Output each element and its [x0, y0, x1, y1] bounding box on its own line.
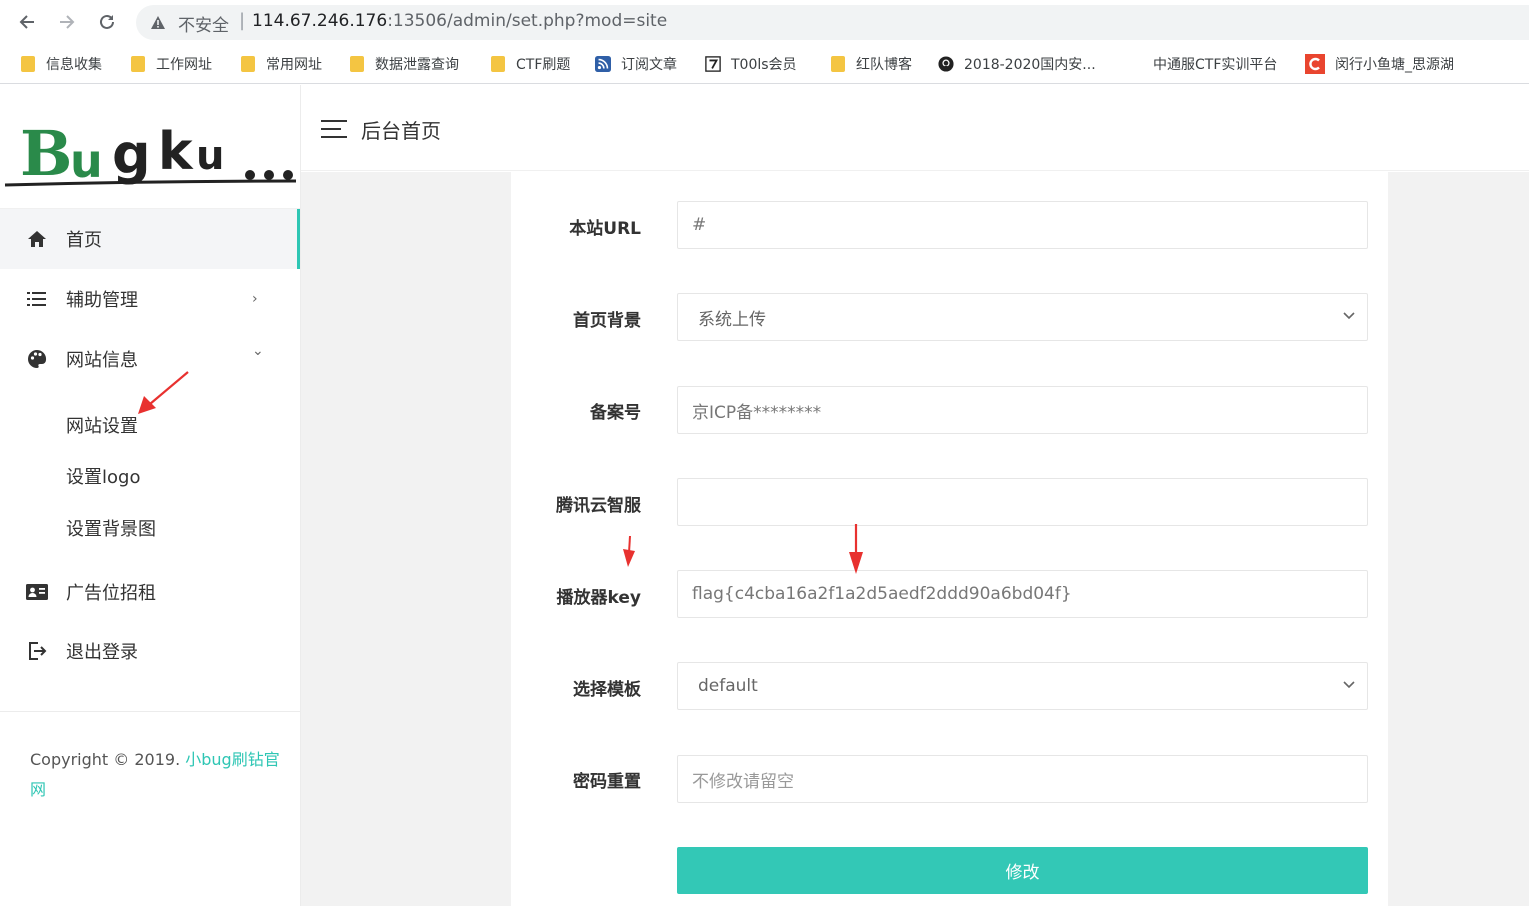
back-arrow-icon — [19, 15, 34, 29]
logo-image: B u g k u — [4, 117, 297, 190]
field-label: 选择模板 — [573, 680, 641, 700]
bookmark-item[interactable]: 红队博客 — [830, 53, 912, 75]
field-label: 首页背景 — [573, 311, 641, 331]
homepage-background-select[interactable]: 系统上传 — [677, 293, 1368, 341]
select-value: default — [698, 676, 758, 696]
chevron-right-icon: › — [252, 291, 258, 307]
field-label: 密码重置 — [573, 772, 641, 792]
submit-button[interactable]: 修改 — [677, 847, 1368, 894]
sidebar-item-label: 辅助管理 — [66, 290, 138, 311]
list-icon — [26, 289, 48, 309]
field-label: 腾讯云智服 — [556, 496, 641, 516]
t00ls-icon — [705, 56, 721, 72]
svg-text:g: g — [112, 123, 151, 186]
reload-icon — [100, 14, 114, 29]
github-icon — [938, 56, 954, 72]
c-logo-icon — [1305, 54, 1325, 74]
bookmark-item[interactable]: 数据泄露查询 — [349, 53, 459, 75]
svg-text:u: u — [196, 133, 224, 179]
main-content: 本站URL # 首页背景 系统上传 备案号 京ICP备******** 腾讯云智… — [301, 172, 1529, 906]
logout-icon — [26, 641, 48, 661]
sidebar-item-label: 首页 — [66, 230, 102, 251]
bookmark-item[interactable]: 信息收集 — [20, 53, 102, 75]
copyright-text: Copyright © 2019. 小bug刷钻官网 — [30, 750, 280, 799]
bookmarks-bar: 信息收集 工作网址 常用网址 数据泄露查询 CTF刷题 订阅文章 T00ls会员… — [0, 44, 1529, 84]
bookmark-item[interactable]: T00ls会员 — [705, 53, 797, 75]
select-value: 系统上传 — [698, 309, 766, 330]
sidebar-subitem-set-background[interactable]: 设置背景图 — [66, 515, 156, 541]
menu-toggle-icon[interactable] — [321, 120, 347, 138]
url-text: 114.67.246.176:13506/admin/set.php?mod=s… — [252, 11, 667, 31]
svg-text:u: u — [70, 134, 103, 188]
sidebar: B u g k u 首页 辅助管理 › 网站信息 ⌄ 网站设置 设置logo 设… — [0, 85, 301, 906]
bookmark-item[interactable]: 常用网址 — [240, 53, 322, 75]
field-label: 本站URL — [569, 219, 641, 239]
bookmark-item[interactable]: 闵行小鱼塘_思源湖 — [1305, 53, 1454, 75]
field-label: 备案号 — [590, 403, 641, 423]
bookmark-item[interactable]: CTF刷题 — [490, 53, 570, 75]
id-card-icon — [26, 582, 48, 602]
page-title: 后台首页 — [361, 119, 441, 143]
back-button[interactable] — [13, 8, 41, 36]
warning-icon — [151, 16, 165, 29]
folder-icon — [490, 56, 506, 72]
forward-button[interactable] — [53, 8, 81, 36]
url-separator: | — [239, 10, 246, 31]
settings-form: 本站URL # 首页背景 系统上传 备案号 京ICP备******** 腾讯云智… — [511, 172, 1388, 906]
sidebar-item-ads[interactable]: 广告位招租 — [0, 562, 300, 622]
sidebar-item-label: 退出登录 — [66, 642, 138, 663]
palette-icon — [26, 349, 48, 369]
svg-text:B: B — [20, 117, 72, 190]
site-url-input[interactable]: # — [677, 201, 1368, 249]
sidebar-item-home[interactable]: 首页 — [0, 209, 300, 269]
browser-toolbar: 不安全 | 114.67.246.176:13506/admin/set.php… — [0, 0, 1529, 44]
bookmark-item[interactable]: 订阅文章 — [595, 53, 677, 75]
forward-arrow-icon — [60, 15, 75, 29]
content-header: 后台首页 — [301, 85, 1529, 171]
sidebar-item-label: 网站信息 — [66, 350, 138, 371]
chevron-down-icon — [1343, 312, 1355, 320]
sidebar-subitem-site-settings[interactable]: 网站设置 — [66, 412, 138, 438]
bookmark-item[interactable]: 2018-2020国内安... — [938, 53, 1096, 75]
sidebar-item-logout[interactable]: 退出登录 — [0, 621, 300, 681]
chevron-down-icon: ⌄ — [252, 343, 264, 359]
folder-icon — [20, 56, 36, 72]
insecure-label: 不安全 — [178, 16, 229, 36]
home-icon — [26, 229, 48, 249]
password-reset-input[interactable]: 不修改请留空 — [677, 755, 1368, 803]
page: 不安全 | 114.67.246.176:13506/admin/set.php… — [0, 0, 1529, 906]
icp-number-input[interactable]: 京ICP备******** — [677, 386, 1368, 434]
sidebar-item-site-info[interactable]: 网站信息 ⌄ — [0, 329, 300, 389]
url-host: 114.67.246.176 — [252, 11, 388, 31]
address-bar[interactable]: 不安全 | 114.67.246.176:13506/admin/set.php… — [136, 5, 1529, 40]
sidebar-item-assist[interactable]: 辅助管理 › — [0, 269, 300, 329]
chevron-down-icon — [1343, 681, 1355, 689]
folder-icon — [830, 56, 846, 72]
template-select[interactable]: default — [677, 662, 1368, 710]
reload-button[interactable] — [93, 8, 121, 36]
sidebar-subitem-set-logo[interactable]: 设置logo — [66, 463, 140, 489]
sidebar-divider — [0, 711, 300, 712]
player-key-input[interactable]: flag{c4cba16a2f1a2d5aedf2ddd90a6bd04f} — [677, 570, 1368, 618]
bookmark-item[interactable]: 中通服CTF实训平台 — [1153, 53, 1277, 75]
svg-text:k: k — [158, 122, 194, 182]
url-path: :13506/admin/set.php?mod=site — [387, 11, 668, 31]
folder-icon — [240, 56, 256, 72]
rss-icon — [595, 56, 611, 72]
sidebar-item-label: 广告位招租 — [66, 583, 156, 604]
folder-icon — [349, 56, 365, 72]
bugku-logo[interactable]: B u g k u — [0, 85, 300, 209]
tencent-service-input[interactable] — [677, 478, 1368, 526]
field-label: 播放器key — [556, 588, 641, 608]
bookmark-item[interactable]: 工作网址 — [130, 53, 212, 75]
folder-icon — [130, 56, 146, 72]
